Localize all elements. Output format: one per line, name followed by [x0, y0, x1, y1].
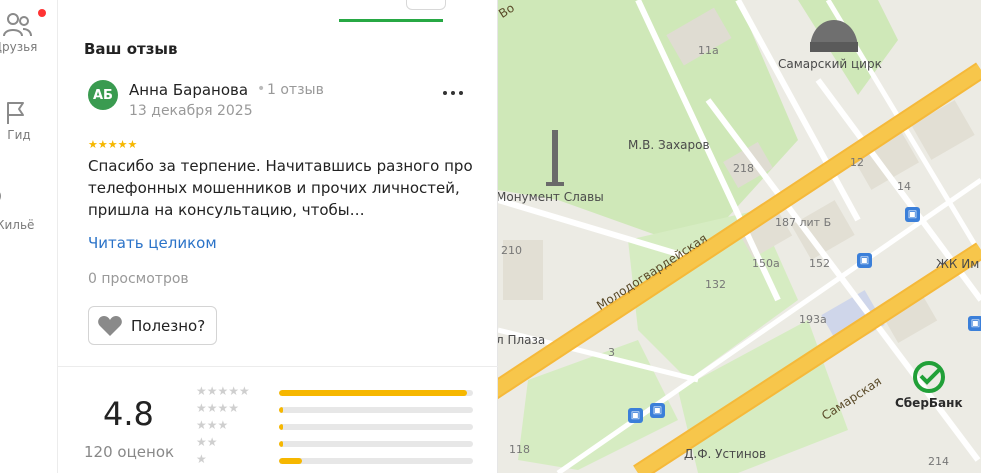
avatar[interactable]: АБ	[88, 80, 118, 110]
author-review-count: 1 отзыв	[267, 82, 324, 98]
rating-distribution-row: ★	[196, 452, 476, 467]
rail-item-label: Гид	[7, 128, 31, 142]
map-label-sberbank[interactable]: СберБанк	[895, 396, 963, 410]
author-name[interactable]: Анна Баранова	[129, 81, 248, 99]
distribution-bar-fill	[279, 407, 283, 413]
housing-icon	[0, 192, 2, 201]
left-rail: Друзья Гид Жильё	[0, 0, 58, 473]
distribution-bar-track	[279, 390, 473, 396]
rail-item-guide[interactable]: Гид	[0, 100, 58, 142]
friends-icon	[3, 13, 32, 37]
house-number: 150а	[752, 257, 780, 270]
rating-distribution-row: ★★★	[196, 418, 476, 433]
notification-dot	[38, 9, 46, 17]
bus-stop-icon[interactable]: ▣	[857, 253, 872, 268]
review-date: 13 декабря 2025	[129, 103, 253, 119]
house-number: 3	[608, 346, 615, 359]
house-number: 118	[509, 443, 530, 456]
house-number: 152	[809, 257, 830, 270]
read-more-link[interactable]: Читать целиком	[88, 234, 217, 252]
house-number: 12	[850, 156, 864, 169]
distribution-bar-fill	[279, 424, 283, 430]
house-number: 187 лит Б	[775, 216, 832, 229]
bus-stop-icon[interactable]: ▣	[905, 207, 920, 222]
tab-label-cropped	[188, 0, 328, 6]
distribution-bar-fill	[279, 390, 468, 396]
rail-item-label: Жильё	[0, 218, 35, 232]
distribution-bar-track	[279, 458, 473, 464]
house-number: 218	[733, 162, 754, 175]
rating-distribution-row: ★★★★★	[196, 384, 476, 399]
rail-item-label: Друзья	[0, 40, 38, 54]
bus-stop-icon[interactable]: ▣	[968, 316, 981, 331]
distribution-stars: ★★★	[196, 418, 229, 432]
distribution-stars: ★★★★★	[196, 384, 250, 398]
heart-icon	[98, 315, 122, 336]
house-number: 132	[705, 278, 726, 291]
house-number: 193а	[799, 313, 827, 326]
flag-icon	[7, 102, 24, 124]
distribution-bar-track	[279, 424, 473, 430]
distribution-stars: ★★★★	[196, 401, 240, 415]
section-title: Ваш отзыв	[84, 40, 178, 58]
map-label-ustinov[interactable]: Д.Ф. Устинов	[684, 447, 766, 461]
useful-button[interactable]: Полезно?	[88, 306, 217, 345]
house-number: 14	[897, 180, 911, 193]
house-number: 210	[501, 244, 522, 257]
bus-stop-icon[interactable]: ▣	[628, 408, 643, 423]
map-label-monument[interactable]: Монумент Славы	[498, 190, 604, 204]
rail-item-friends[interactable]: Друзья	[0, 9, 58, 54]
divider	[58, 366, 498, 367]
tab-bar	[58, 0, 498, 22]
more-dots-icon	[443, 91, 463, 95]
house-number: 11а	[698, 44, 719, 57]
tab-pill[interactable]	[406, 0, 446, 10]
distribution-bar-fill	[279, 441, 283, 447]
distribution-bar-track	[279, 441, 473, 447]
distribution-bar-track	[279, 407, 473, 413]
house-number: 214	[928, 455, 949, 468]
rail-item-housing[interactable]: Жильё	[0, 186, 58, 232]
active-tab-indicator	[339, 19, 443, 22]
views-count: 0 просмотров	[88, 271, 189, 287]
review-text: Спасибо за терпение. Начитавшись разного…	[88, 157, 473, 219]
distribution-stars: ★★	[196, 435, 218, 449]
separator-dot: •	[257, 81, 266, 97]
useful-label: Полезно?	[131, 316, 206, 335]
rating-distribution-row: ★★★★	[196, 401, 476, 416]
map-label-circus[interactable]: Самарский цирк	[778, 57, 882, 71]
ratings-count: 120 оценок	[84, 443, 175, 461]
map-label-zakharov[interactable]: М.В. Захаров	[628, 138, 710, 152]
more-options-button[interactable]	[441, 84, 465, 104]
distribution-bar-fill	[279, 458, 303, 464]
review-stars: ★★★★★	[88, 138, 138, 151]
bus-stop-icon[interactable]: ▣	[650, 403, 665, 418]
map-label-plaza[interactable]: л Плаза	[498, 333, 545, 347]
reviews-panel: Ваш отзыв АБ Анна Баранова • 1 отзыв 13 …	[58, 0, 498, 473]
map[interactable]: Самарский цирк Монумент Славы М.В. Захар…	[498, 0, 981, 473]
sberbank-logo-icon[interactable]	[912, 360, 946, 394]
overall-rating: 4.8	[103, 395, 154, 433]
monument-icon	[552, 130, 558, 185]
rating-distribution-row: ★★	[196, 435, 476, 450]
map-label-zhk[interactable]: ЖК Им	[936, 257, 979, 271]
distribution-stars: ★	[196, 452, 207, 466]
